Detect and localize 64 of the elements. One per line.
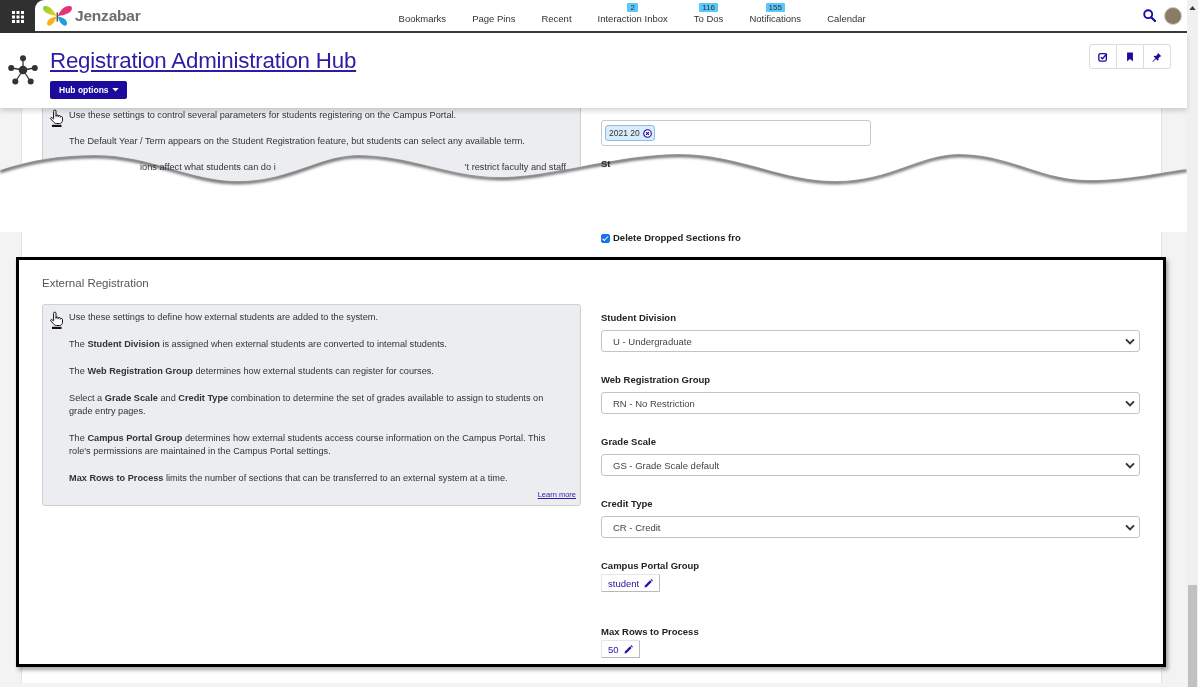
nav-link[interactable]: Notifications	[749, 13, 802, 25]
field-label: St	[601, 158, 611, 170]
remove-icon[interactable]	[642, 128, 652, 138]
section-title: External Registration	[42, 276, 150, 290]
hub-options-button[interactable]: Hub options	[50, 81, 127, 99]
info-text: Use these settings to define how external students are added to the system.	[69, 311, 379, 324]
pin-icon	[1152, 51, 1162, 62]
checkbox-label: Delete Dropped Sections fro	[613, 232, 741, 244]
term-chip[interactable]: 2021 20	[605, 125, 655, 141]
network-icon	[8, 55, 38, 85]
dropdown[interactable]: CR - Credit	[601, 516, 1140, 538]
checked-box-icon	[1098, 51, 1108, 62]
toolbar-button[interactable]	[1116, 44, 1144, 69]
field-label: Campus Portal Group	[601, 560, 701, 572]
checkbox[interactable]	[601, 233, 610, 243]
toolbar-button[interactable]	[1143, 44, 1171, 69]
info-text: ions affect what students can do i	[140, 161, 276, 174]
chevron-down-icon	[1125, 337, 1135, 345]
nav-link[interactable]: Bookmarks	[398, 13, 447, 25]
scroll-up-icon[interactable]	[1189, 6, 1196, 10]
butterfly-logo-icon[interactable]	[42, 3, 73, 28]
chevron-down-icon	[1125, 523, 1135, 531]
dropdown[interactable]: U - Undergraduate	[601, 330, 1140, 352]
avatar[interactable]	[1164, 6, 1182, 25]
nav-link[interactable]: To Dos	[693, 13, 724, 25]
scrollbar-thumb[interactable]	[1188, 585, 1197, 687]
bookmark-icon	[1125, 51, 1135, 62]
edit-button[interactable]: 50	[601, 640, 640, 658]
nav-link[interactable]: Interaction Inbox	[597, 13, 668, 25]
caret-icon	[111, 88, 119, 92]
nav-link[interactable]: Recent	[541, 13, 572, 25]
nav-link[interactable]: Calendar	[827, 13, 866, 25]
info-text: The Student Division is assigned when external students are converted to internal students.	[69, 338, 448, 351]
toolbar-button[interactable]	[1089, 44, 1117, 69]
info-text: Select a Grade Scale and Credit Type combination to determine the set of grades available to assign to students on grade entry pages.	[69, 392, 545, 418]
hub-title-link[interactable]: Registration Administration Hub	[50, 47, 357, 75]
count-badge: 155	[765, 3, 785, 12]
hand-pointer-icon	[49, 311, 63, 329]
info-text: Use these settings to control several parameters for students registering on the Campus Portal.	[69, 109, 458, 122]
info-text: The Campus Portal Group determines how external students access course information on the Campus Portal. This role's permissions are maintained in the Campus Portal settings.	[69, 432, 547, 458]
info-text: Max Rows to Process limits the number of sections that can be transferred to an external system at a time.	[69, 472, 509, 485]
chevron-down-icon	[1125, 399, 1135, 407]
nav-link[interactable]: Page Pins	[472, 13, 516, 25]
hand-pointer-icon	[49, 109, 63, 127]
logo-text: Jenzabar	[75, 6, 141, 25]
app-grid-icon[interactable]	[11, 10, 24, 23]
field-label: Max Rows to Process	[601, 626, 700, 638]
info-text: The Web Registration Group determines how external students can register for courses.	[69, 365, 435, 378]
count-badge: 2	[627, 3, 638, 12]
info-text: The Default Year / Term appears on the Student Registration feature, but students can select any available term.	[69, 135, 526, 148]
field-label: Credit Type	[601, 498, 654, 510]
pencil-icon	[623, 644, 633, 654]
dropdown[interactable]: GS - Grade Scale default	[601, 454, 1140, 476]
search-icon[interactable]	[1143, 9, 1156, 22]
edit-button[interactable]: student	[601, 574, 661, 592]
field-label: Web Registration Group	[601, 374, 712, 386]
term-field[interactable]: 2021 20	[601, 120, 871, 146]
count-badge: 116	[699, 3, 718, 12]
info-text: 't restrict faculty and staff	[464, 161, 566, 174]
field-label: Grade Scale	[601, 436, 657, 448]
field-label: Student Division	[601, 312, 677, 324]
pencil-icon	[644, 578, 654, 588]
dropdown[interactable]: RN - No Restriction	[601, 392, 1140, 414]
chevron-down-icon	[1125, 461, 1135, 469]
